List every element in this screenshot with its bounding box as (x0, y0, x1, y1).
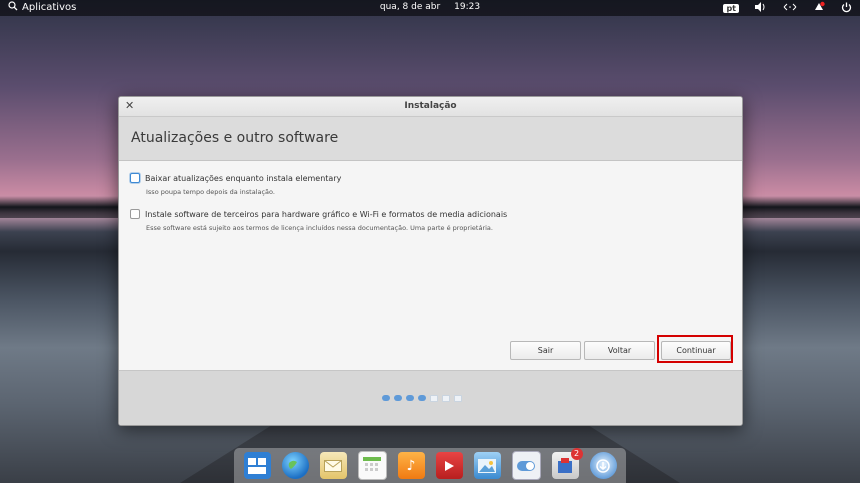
top-panel: Aplicativos qua, 8 de abr 19:23 pt (0, 0, 860, 16)
progress-dot-pending (430, 395, 438, 402)
mail-icon[interactable] (319, 452, 347, 479)
third-party-checkbox[interactable] (130, 209, 140, 219)
download-updates-checkbox[interactable] (130, 173, 140, 183)
progress-indicator (382, 395, 462, 402)
settings-toggle-icon[interactable] (511, 451, 541, 480)
progress-dot-done (394, 395, 402, 401)
option-third-party-software: Instale software de terceiros para hardw… (130, 209, 507, 232)
progress-dot-pending (454, 395, 462, 402)
app-center-icon[interactable]: 2 (551, 448, 583, 479)
third-party-label[interactable]: Instale software de terceiros para hardw… (145, 210, 507, 219)
window-title: Instalação (404, 101, 457, 111)
music-icon[interactable]: ♪ (397, 452, 425, 479)
option-download-updates: Baixar atualizações enquanto instala ele… (130, 173, 341, 196)
keyboard-layout-indicator[interactable]: pt (723, 4, 739, 13)
step-content: Baixar atualizações enquanto instala ele… (119, 161, 742, 366)
installer-icon[interactable] (589, 452, 617, 479)
multitasking-view-icon[interactable] (243, 452, 271, 479)
network-icon[interactable] (783, 2, 797, 15)
continue-highlight: Continuar (657, 335, 733, 363)
calendar-icon[interactable] (357, 451, 387, 480)
time-text: 19:23 (454, 2, 481, 12)
page-title: Atualizações e outro software (131, 130, 339, 146)
video-player-icon[interactable] (435, 452, 463, 479)
notifications-icon[interactable] (813, 1, 825, 16)
download-updates-description: Isso poupa tempo depois da instalação. (146, 188, 275, 196)
installer-window: ✕ Instalação Atualizações e outro softwa… (118, 96, 743, 426)
progress-dot-done (406, 395, 414, 401)
photos-icon[interactable] (473, 452, 501, 479)
download-updates-row[interactable]: Baixar atualizações enquanto instala ele… (130, 173, 341, 183)
close-icon[interactable]: ✕ (125, 99, 134, 112)
progress-dot-pending (442, 395, 450, 402)
progress-dot-done (382, 395, 390, 401)
quit-button[interactable]: Sair (510, 341, 581, 360)
system-tray: pt (723, 1, 852, 16)
progress-dot-done (418, 395, 426, 401)
power-icon[interactable] (841, 2, 852, 16)
back-button[interactable]: Voltar (584, 341, 655, 360)
date-text: qua, 8 de abr (379, 2, 441, 12)
third-party-description: Esse software está sujeito aos termos de… (146, 224, 493, 232)
window-titlebar[interactable]: ✕ Instalação (119, 97, 742, 117)
web-browser-icon[interactable] (281, 452, 309, 479)
progress-footer (119, 370, 742, 425)
continue-button[interactable]: Continuar (661, 341, 731, 360)
volume-icon[interactable] (755, 2, 767, 15)
notification-badge: 2 (570, 448, 583, 460)
download-updates-label[interactable]: Baixar atualizações enquanto instala ele… (145, 174, 341, 183)
dock: ♪ 2 (234, 448, 626, 483)
step-header: Atualizações e outro software (119, 117, 742, 161)
third-party-row[interactable]: Instale software de terceiros para hardw… (130, 209, 507, 219)
